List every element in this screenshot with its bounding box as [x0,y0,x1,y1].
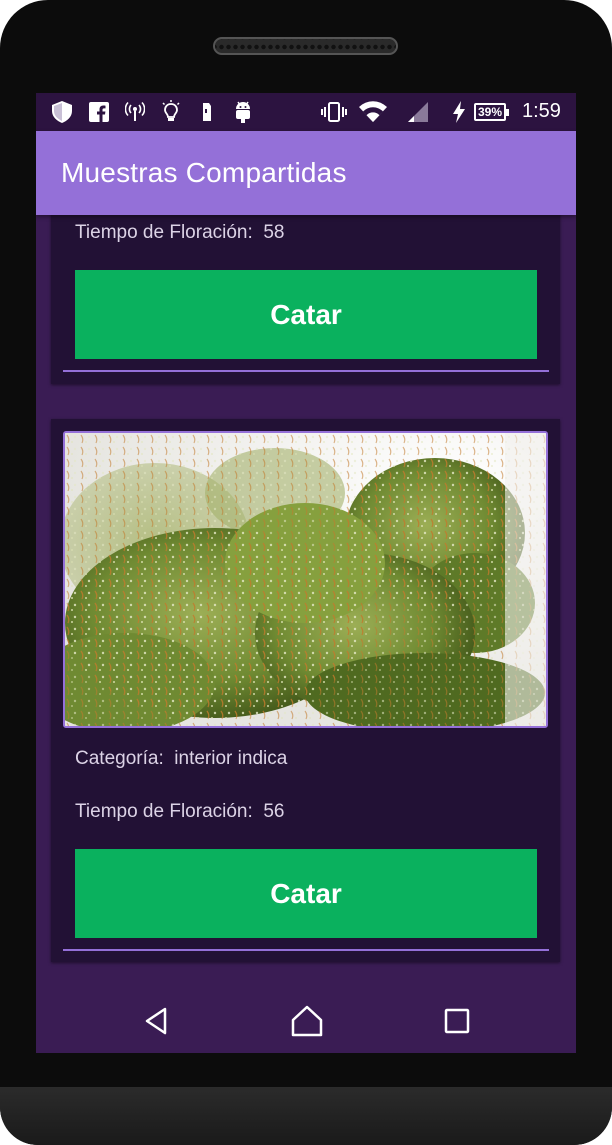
facebook-icon [88,100,110,124]
flowering-time-value: 58 [263,222,285,243]
flowering-time-row: Tiempo de Floración: 58 [75,222,284,244]
android-debug-icon [232,100,254,124]
sample-photo[interactable] [63,431,548,728]
app-bar: Muestras Compartidas [36,131,576,215]
wifi-icon [358,100,388,124]
catar-button[interactable]: Catar [75,849,537,938]
hotspot-icon [124,100,146,124]
home-icon[interactable] [287,1001,327,1041]
card-divider [63,370,549,372]
charging-icon [450,100,468,124]
battery-indicator: 39% [474,103,509,121]
lightbulb-icon [160,100,182,124]
phone-frame: 39% 1:59 Muestras Compartidas Tiempo de … [0,0,612,1145]
category-label: Categoría: [75,748,164,769]
sample-card: Categoría: interior indica Tiempo de Flo… [51,419,560,962]
category-value: interior indica [174,748,288,769]
signal-icon [406,100,430,124]
recents-icon[interactable] [437,1001,477,1041]
flowering-time-label: Tiempo de Floración: [75,222,253,243]
category-row: Categoría: interior indica [75,748,287,770]
phone-chin [0,1087,612,1145]
usb-icon [196,100,218,124]
speaker-grille [213,37,398,55]
screen: 39% 1:59 Muestras Compartidas Tiempo de … [36,93,576,1053]
flowering-time-value: 56 [263,801,285,822]
flowering-time-row: Tiempo de Floración: 56 [75,801,284,823]
cannabis-bud-photo [65,433,546,726]
app-title: Muestras Compartidas [61,157,347,188]
catar-button[interactable]: Catar [75,270,537,359]
card-divider [63,949,549,951]
back-icon[interactable] [137,1001,177,1041]
navigation-bar [36,981,576,1053]
flowering-time-label: Tiempo de Floración: [75,801,253,822]
shield-icon [50,100,74,124]
sample-card: Tiempo de Floración: 58 Catar [51,193,560,384]
status-bar: 39% 1:59 [36,93,576,131]
vibrate-icon [320,100,348,124]
status-time: 1:59 [522,100,561,122]
